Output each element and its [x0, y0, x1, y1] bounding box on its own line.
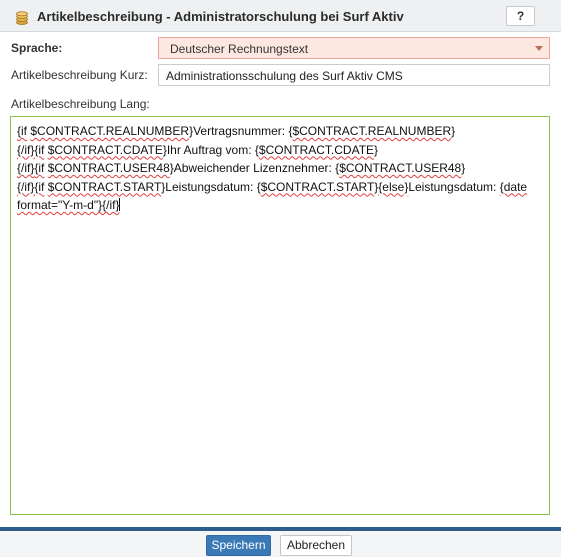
text-cursor — [119, 198, 121, 211]
language-label: Sprache: — [11, 41, 63, 55]
dialog-title: Artikelbeschreibung - Administratorschul… — [37, 9, 404, 24]
long-description-label: Artikelbeschreibung Lang: — [11, 97, 150, 111]
help-button[interactable]: ? — [506, 6, 535, 26]
short-description-input[interactable]: Administrationsschulung des Surf Aktiv C… — [158, 64, 550, 86]
coins-stack-icon — [16, 11, 28, 25]
short-description-value: Administrationsschulung des Surf Aktiv C… — [166, 69, 403, 83]
long-description-line: {/if}{if $CONTRACT.START}Leistungsdatum:… — [17, 179, 528, 194]
save-button[interactable]: Speichern — [206, 535, 271, 556]
chevron-down-icon — [535, 46, 543, 51]
dialog-titlebar: Artikelbeschreibung - Administratorschul… — [0, 0, 561, 32]
article-description-dialog: Artikelbeschreibung - Administratorschul… — [0, 0, 561, 557]
long-description-line: {/if}{if $CONTRACT.USER48}Abweichender L… — [17, 161, 466, 175]
long-description-line: format="Y-m-d"}{/if} — [17, 198, 121, 212]
language-select[interactable]: Deutscher Rechnungstext — [158, 37, 550, 59]
long-description-textarea[interactable]: {if $CONTRACT.REALNUMBER}Vertragsnummer:… — [10, 116, 550, 515]
long-description-line: {if $CONTRACT.REALNUMBER}Vertragsnummer:… — [17, 124, 456, 138]
long-description-line: {/if}{if $CONTRACT.CDATE}Ihr Auftrag vom… — [17, 142, 379, 157]
language-select-value: Deutscher Rechnungstext — [170, 42, 309, 56]
short-description-label: Artikelbeschreibung Kurz: — [11, 68, 148, 82]
cancel-button[interactable]: Abbrechen — [280, 535, 352, 556]
